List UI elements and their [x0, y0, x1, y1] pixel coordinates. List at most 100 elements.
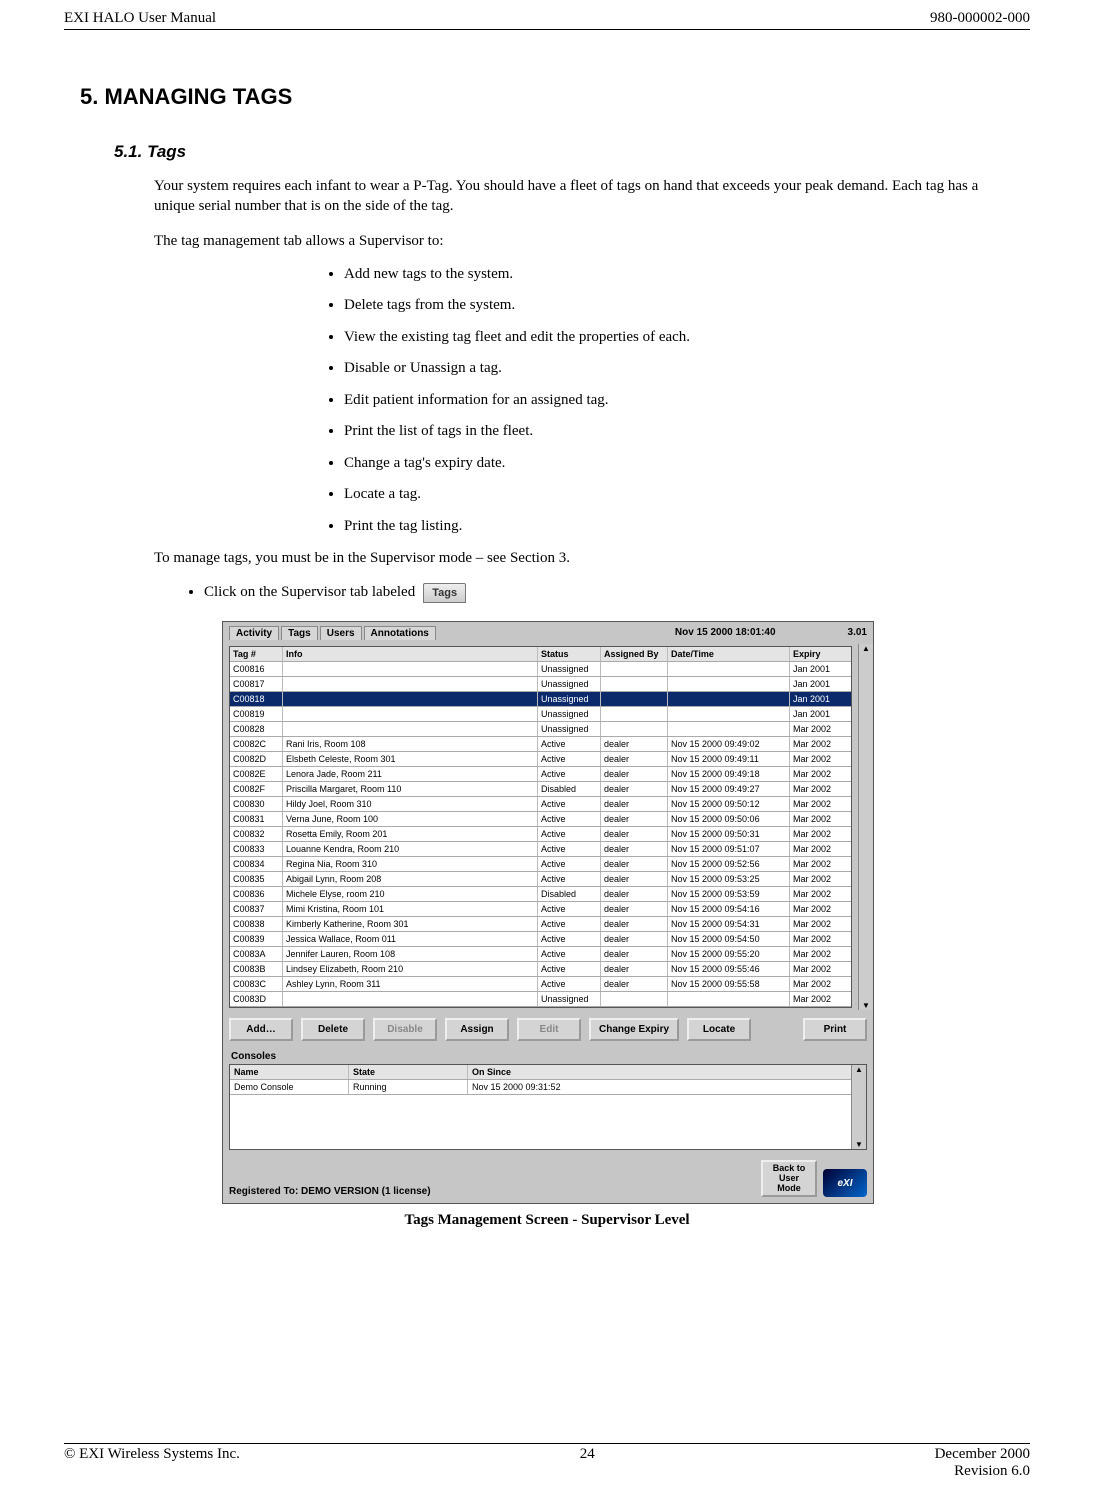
cell-date: Nov 15 2000 09:49:11: [668, 752, 790, 766]
cell-assigned: [601, 662, 668, 676]
cell-expiry: Jan 2001: [790, 692, 851, 706]
cell-assigned: dealer: [601, 827, 668, 841]
col-console-state[interactable]: State: [349, 1065, 468, 1079]
cell-tag: C00819: [230, 707, 283, 721]
cell-status: Disabled: [538, 887, 601, 901]
tags-grid[interactable]: Tag # Info Status Assigned By Date/Time …: [229, 646, 852, 1008]
click-line-text: Click on the Supervisor tab labeled: [204, 583, 415, 603]
tab-activity[interactable]: Activity: [229, 626, 279, 640]
cell-expiry: Jan 2001: [790, 707, 851, 721]
cell-assigned: dealer: [601, 752, 668, 766]
cell-status: Active: [538, 917, 601, 931]
col-console-name[interactable]: Name: [230, 1065, 349, 1079]
cell-status: Unassigned: [538, 677, 601, 691]
cell-tag: C00833: [230, 842, 283, 856]
tab-annotations[interactable]: Annotations: [364, 626, 436, 640]
cell-assigned: dealer: [601, 737, 668, 751]
table-row[interactable]: C00837Mimi Kristina, Room 101Activedeale…: [230, 902, 851, 917]
table-row[interactable]: C00830Hildy Joel, Room 310ActivedealerNo…: [230, 797, 851, 812]
tab-users[interactable]: Users: [320, 626, 362, 640]
table-row[interactable]: C0083BLindsey Elizabeth, Room 210Actived…: [230, 962, 851, 977]
cell-expiry: Mar 2002: [790, 782, 851, 796]
col-expiry[interactable]: Expiry: [790, 647, 851, 661]
table-row[interactable]: C00833Louanne Kendra, Room 210Activedeal…: [230, 842, 851, 857]
delete-button[interactable]: Delete: [301, 1018, 365, 1041]
print-button[interactable]: Print: [803, 1018, 867, 1041]
table-row[interactable]: C00838Kimberly Katherine, Room 301Active…: [230, 917, 851, 932]
col-tag[interactable]: Tag #: [230, 647, 283, 661]
assign-button[interactable]: Assign: [445, 1018, 509, 1041]
table-row[interactable]: C0082ELenora Jade, Room 211ActivedealerN…: [230, 767, 851, 782]
cell-expiry: Mar 2002: [790, 857, 851, 871]
cell-info: [283, 992, 538, 1006]
cell-date: [668, 722, 790, 736]
cell-info: Hildy Joel, Room 310: [283, 797, 538, 811]
locate-button[interactable]: Locate: [687, 1018, 751, 1041]
col-date[interactable]: Date/Time: [668, 647, 790, 661]
cell-status: Active: [538, 752, 601, 766]
table-row[interactable]: C00819UnassignedJan 2001: [230, 707, 851, 722]
list-item: Locate a tag.: [344, 485, 1030, 505]
table-row[interactable]: C00839Jessica Wallace, Room 011Activedea…: [230, 932, 851, 947]
console-scrollbar[interactable]: ▲ ▼: [851, 1065, 866, 1149]
col-info[interactable]: Info: [283, 647, 538, 661]
footer-right: December 2000: [935, 1446, 1030, 1463]
table-row[interactable]: C00831Verna June, Room 100ActivedealerNo…: [230, 812, 851, 827]
scroll-up-icon[interactable]: ▲: [855, 1065, 863, 1074]
capability-list: Add new tags to the system. Delete tags …: [64, 265, 1030, 537]
table-row[interactable]: C0082CRani Iris, Room 108ActivedealerNov…: [230, 737, 851, 752]
col-console-since[interactable]: On Since: [468, 1065, 851, 1079]
cell-tag: C0082F: [230, 782, 283, 796]
back-to-user-mode-button[interactable]: Back to User Mode: [761, 1160, 817, 1198]
cell-tag: C00835: [230, 872, 283, 886]
table-row[interactable]: C0082FPriscilla Margaret, Room 110Disabl…: [230, 782, 851, 797]
edit-button[interactable]: Edit: [517, 1018, 581, 1041]
cell-info: [283, 677, 538, 691]
table-row[interactable]: C00828UnassignedMar 2002: [230, 722, 851, 737]
cell-info: Regina Nia, Room 310: [283, 857, 538, 871]
table-row[interactable]: C00832Rosetta Emily, Room 201Activedeale…: [230, 827, 851, 842]
disable-button[interactable]: Disable: [373, 1018, 437, 1041]
scrollbar[interactable]: ▲ ▼: [858, 644, 873, 1010]
cell-date: [668, 677, 790, 691]
table-row[interactable]: C00816UnassignedJan 2001: [230, 662, 851, 677]
table-row[interactable]: C0083CAshley Lynn, Room 311ActivedealerN…: [230, 977, 851, 992]
tab-tags[interactable]: Tags: [281, 626, 318, 640]
cell-assigned: [601, 677, 668, 691]
cell-date: Nov 15 2000 09:55:20: [668, 947, 790, 961]
table-row[interactable]: C00834Regina Nia, Room 310ActivedealerNo…: [230, 857, 851, 872]
col-assigned[interactable]: Assigned By: [601, 647, 668, 661]
table-row[interactable]: C0083AJennifer Lauren, Room 108Activedea…: [230, 947, 851, 962]
scroll-up-icon[interactable]: ▲: [862, 644, 870, 653]
add-button[interactable]: Add…: [229, 1018, 293, 1041]
figure-caption: Tags Management Screen - Supervisor Leve…: [222, 1212, 872, 1229]
cell-status: Active: [538, 812, 601, 826]
table-row[interactable]: C0082DElsbeth Celeste, Room 301Activedea…: [230, 752, 851, 767]
table-row[interactable]: C0083DUnassignedMar 2002: [230, 992, 851, 1007]
scroll-down-icon[interactable]: ▼: [862, 1001, 870, 1010]
col-status[interactable]: Status: [538, 647, 601, 661]
cell-assigned: dealer: [601, 797, 668, 811]
table-row[interactable]: C00817UnassignedJan 2001: [230, 677, 851, 692]
cell-expiry: Mar 2002: [790, 917, 851, 931]
cell-tag: C0083B: [230, 962, 283, 976]
paragraph-1: Your system requires each infant to wear…: [154, 176, 1010, 217]
table-row[interactable]: C00836Michele Elyse, room 210Disableddea…: [230, 887, 851, 902]
scroll-down-icon[interactable]: ▼: [855, 1140, 863, 1149]
console-since-cell: Nov 15 2000 09:31:52: [468, 1080, 851, 1094]
table-row[interactable]: C00835Abigail Lynn, Room 208Activedealer…: [230, 872, 851, 887]
cell-date: Nov 15 2000 09:54:31: [668, 917, 790, 931]
change-expiry-button[interactable]: Change Expiry: [589, 1018, 679, 1041]
cell-info: [283, 707, 538, 721]
exi-logo: eXI: [823, 1169, 867, 1197]
table-row[interactable]: C00818UnassignedJan 2001: [230, 692, 851, 707]
consoles-grid[interactable]: Name State On Since Demo Console Running…: [229, 1064, 867, 1150]
cell-date: [668, 662, 790, 676]
cell-tag: C0082E: [230, 767, 283, 781]
console-row[interactable]: Demo Console Running Nov 15 2000 09:31:5…: [230, 1080, 851, 1095]
cell-expiry: Mar 2002: [790, 887, 851, 901]
list-item: View the existing tag fleet and edit the…: [344, 328, 1030, 348]
cell-info: Elsbeth Celeste, Room 301: [283, 752, 538, 766]
cell-info: [283, 662, 538, 676]
cell-info: Ashley Lynn, Room 311: [283, 977, 538, 991]
